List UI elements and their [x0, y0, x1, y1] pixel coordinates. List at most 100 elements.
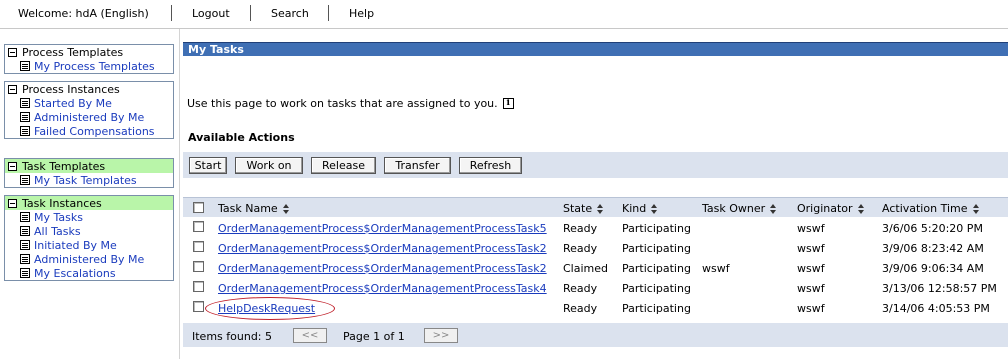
help-link[interactable]: Help	[349, 7, 374, 20]
divider	[328, 5, 329, 21]
column-header-state[interactable]: State	[563, 202, 604, 215]
sort-icon[interactable]	[972, 203, 980, 214]
task-originator: wswf	[797, 302, 825, 315]
sort-icon[interactable]	[596, 203, 604, 214]
search-link[interactable]: Search	[271, 7, 309, 20]
document-icon	[20, 126, 30, 136]
task-activation-time: 3/9/06 8:23:42 AM	[882, 242, 984, 255]
column-label: Originator	[797, 202, 853, 215]
nav-item-my-tasks[interactable]: My Tasks	[5, 210, 173, 224]
column-header-originator[interactable]: Originator	[797, 202, 865, 215]
task-name-link[interactable]: OrderManagementProcess$OrderManagementPr…	[218, 222, 547, 235]
task-activation-time: 3/14/06 4:05:53 PM	[882, 302, 990, 315]
sort-icon[interactable]	[282, 203, 290, 214]
nav-item-started-by-me[interactable]: Started By Me	[5, 96, 173, 110]
task-originator: wswf	[797, 242, 825, 255]
nav-item-my-task-templates[interactable]: My Task Templates	[5, 173, 173, 187]
nav-item-label: Failed Compensations	[34, 124, 155, 138]
nav-item-label: Started By Me	[34, 96, 112, 110]
info-icon[interactable]: i	[502, 98, 514, 109]
nav-item-failed-compensations[interactable]: Failed Compensations	[5, 124, 173, 138]
column-label: Activation Time	[882, 202, 968, 215]
task-kind: Participating	[622, 242, 691, 255]
page-indicator: Page 1 of 1	[343, 330, 405, 343]
nav-item-label: Initiated By Me	[34, 238, 117, 252]
start-button[interactable]: Start	[189, 157, 227, 174]
refresh-button[interactable]: Refresh	[459, 157, 522, 174]
collapse-icon[interactable]	[8, 198, 17, 208]
nav-item-all-tasks[interactable]: All Tasks	[5, 224, 173, 238]
column-header-kind[interactable]: Kind	[622, 202, 658, 215]
row-checkbox[interactable]	[193, 281, 204, 292]
nav-item-initiated-by-me[interactable]: Initiated By Me	[5, 238, 173, 252]
work-on-button[interactable]: Work on	[235, 157, 303, 174]
nav-process-instances: Process Instances Started By Me Administ…	[4, 81, 174, 139]
column-header-activation-time[interactable]: Activation Time	[882, 202, 980, 215]
sort-icon[interactable]	[650, 203, 658, 214]
nav-item-label: My Escalations	[34, 266, 116, 280]
sort-icon[interactable]	[769, 203, 777, 214]
nav-item-administered-by-me[interactable]: Administered By Me	[5, 110, 173, 124]
task-state: Ready	[563, 302, 598, 315]
task-activation-time: 3/6/06 5:20:20 PM	[882, 222, 983, 235]
welcome-text: Welcome: hdA (English)	[18, 7, 149, 20]
task-kind: Participating	[622, 222, 691, 235]
task-state: Ready	[563, 242, 598, 255]
nav-section-header[interactable]: Process Templates	[5, 45, 173, 59]
nav-item-label: All Tasks	[34, 224, 81, 238]
nav-section-header[interactable]: Task Templates	[5, 159, 173, 173]
divider	[171, 5, 172, 21]
column-header-task-name[interactable]: Task Name	[218, 202, 290, 215]
document-icon	[20, 240, 30, 250]
task-originator: wswf	[797, 222, 825, 235]
available-actions-heading: Available Actions	[188, 131, 295, 144]
column-label: Kind	[622, 202, 647, 215]
document-icon	[20, 226, 30, 236]
nav-section-header[interactable]: Process Instances	[5, 82, 173, 96]
nav-section-title: Process Instances	[22, 82, 120, 96]
top-bar: Welcome: hdA (English) Logout Search Hel…	[0, 0, 1008, 28]
task-name-link[interactable]: OrderManagementProcess$OrderManagementPr…	[218, 282, 547, 295]
row-checkbox[interactable]	[193, 221, 204, 232]
nav-section-header[interactable]: Task Instances	[5, 196, 173, 210]
task-name-link[interactable]: OrderManagementProcess$OrderManagementPr…	[218, 262, 547, 275]
nav-section-title: Task Templates	[22, 159, 106, 173]
task-state: Claimed	[563, 262, 608, 275]
release-button[interactable]: Release	[311, 157, 376, 174]
row-checkbox[interactable]	[193, 241, 204, 252]
top-divider	[0, 28, 1008, 29]
document-icon	[20, 212, 30, 222]
select-all-checkbox[interactable]	[193, 202, 204, 213]
nav-item-my-escalations[interactable]: My Escalations	[5, 266, 173, 280]
collapse-icon[interactable]	[8, 47, 17, 57]
document-icon	[20, 175, 30, 185]
nav-item-administered-by-me[interactable]: Administered By Me	[5, 252, 173, 266]
collapse-icon[interactable]	[8, 161, 17, 171]
row-checkbox[interactable]	[193, 261, 204, 272]
nav-item-label: My Process Templates	[34, 59, 155, 73]
nav-item-label: Administered By Me	[34, 252, 145, 266]
task-name-link[interactable]: OrderManagementProcess$OrderManagementPr…	[218, 242, 547, 255]
nav-item-label: My Task Templates	[34, 173, 137, 187]
task-state: Ready	[563, 282, 598, 295]
document-icon	[20, 98, 30, 108]
document-icon	[20, 61, 30, 71]
collapse-icon[interactable]	[8, 84, 17, 94]
column-label: State	[563, 202, 593, 215]
document-icon	[20, 268, 30, 278]
previous-page-button[interactable]: <<	[293, 328, 327, 343]
nav-task-instances: Task Instances My Tasks All Tasks Initia…	[4, 195, 174, 281]
divider	[250, 5, 251, 21]
next-page-button[interactable]: >>	[424, 328, 458, 343]
nav-item-my-process-templates[interactable]: My Process Templates	[5, 59, 173, 73]
task-activation-time: 3/13/06 12:58:57 PM	[882, 282, 997, 295]
intro-text: Use this page to work on tasks that are …	[187, 97, 498, 110]
row-checkbox[interactable]	[193, 301, 204, 312]
sort-icon[interactable]	[857, 203, 865, 214]
task-originator: wswf	[797, 262, 825, 275]
column-header-task-owner[interactable]: Task Owner	[702, 202, 777, 215]
transfer-button[interactable]: Transfer	[384, 157, 451, 174]
logout-link[interactable]: Logout	[192, 7, 230, 20]
task-kind: Participating	[622, 262, 691, 275]
nav-task-templates: Task Templates My Task Templates	[4, 158, 174, 188]
